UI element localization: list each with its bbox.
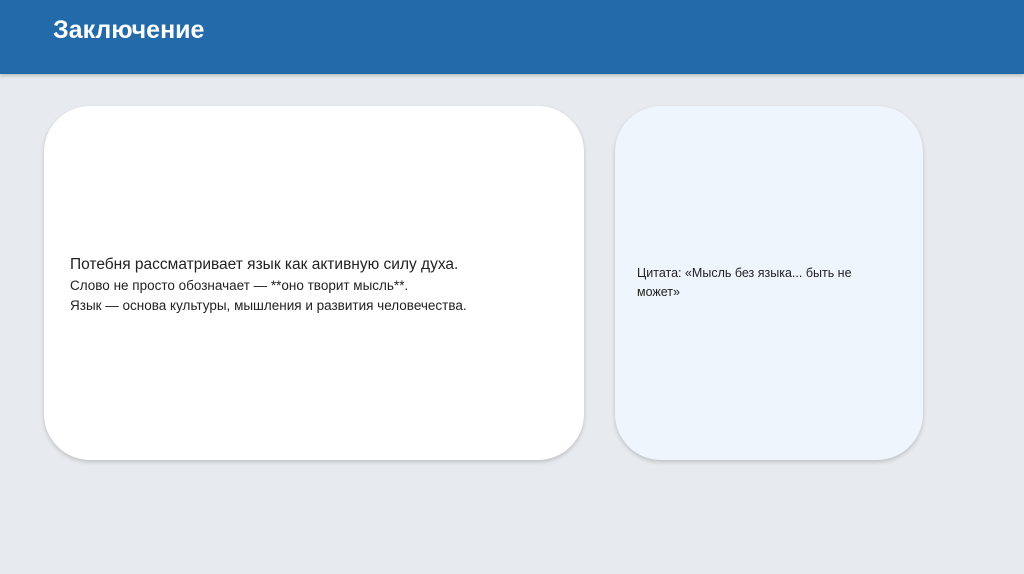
quote-text: Цитата: «Мысль без языка... быть не може… [637,266,852,299]
slide-title: Заключение [53,16,205,44]
quote-card: Цитата: «Мысль без языка... быть не може… [615,106,923,460]
main-text-block: Потебня рассматривает язык как активную … [70,254,570,316]
main-text-card: Потебня рассматривает язык как активную … [44,106,584,460]
slide-header: Заключение [0,0,1024,74]
main-text-line-2: Слово не просто обозначает — **оно твори… [70,278,409,293]
main-text-line-3: Язык — основа культуры, мышления и разви… [70,298,467,313]
main-text-line-1: Потебня рассматривает язык как активную … [70,256,459,273]
